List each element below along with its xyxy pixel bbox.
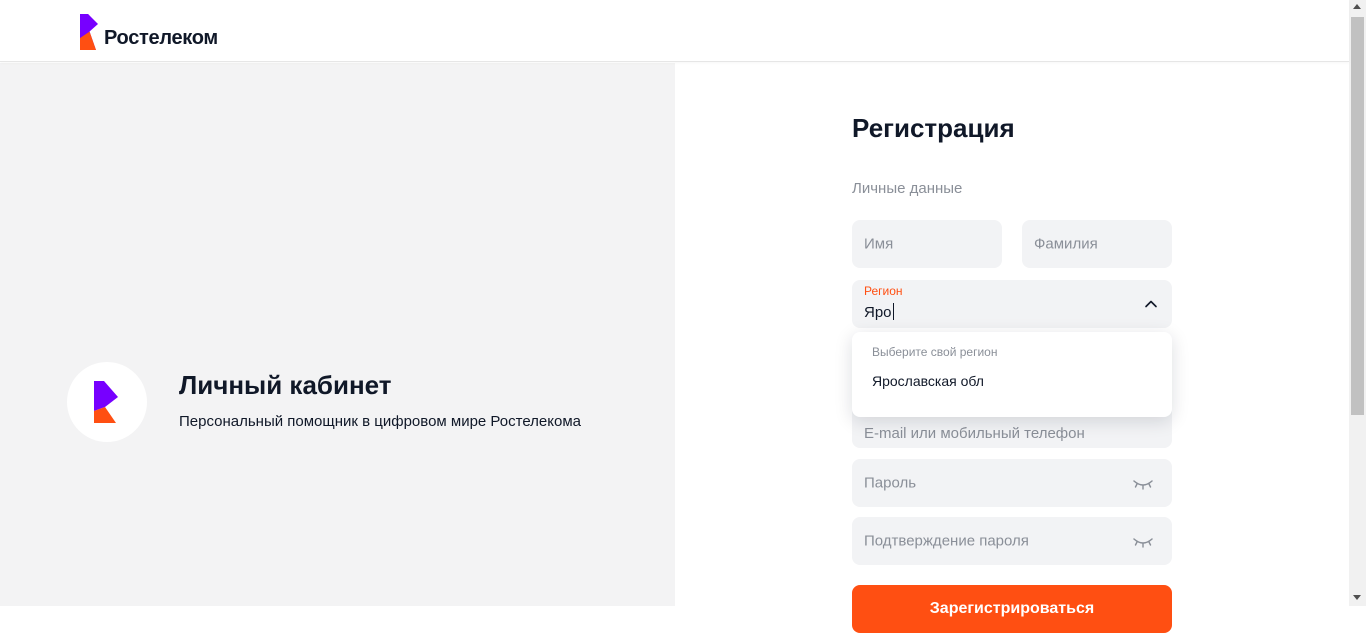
first-name-placeholder: Имя [864, 235, 894, 253]
page-scrollbar[interactable] [1349, 0, 1366, 606]
scrollbar-thumb[interactable] [1351, 17, 1364, 415]
eye-closed-icon[interactable] [1132, 535, 1154, 549]
promo-title: Личный кабинет [179, 370, 392, 400]
promo-subtitle: Персональный помощник в цифровом мире Ро… [179, 413, 581, 430]
register-button-label: Зарегистрироваться [929, 600, 1095, 617]
scroll-up-arrow-icon[interactable] [1353, 4, 1361, 9]
chevron-up-icon[interactable] [1144, 297, 1158, 311]
password-field[interactable]: Пароль [852, 459, 1172, 507]
password-confirm-field[interactable]: Подтверждение пароля [852, 517, 1172, 565]
registration-panel: Регистрация Личные данные Имя Фамилия Ре… [675, 63, 1349, 633]
last-name-field[interactable]: Фамилия [1022, 220, 1172, 268]
personal-data-label: Личные данные [852, 180, 963, 197]
scroll-down-arrow-icon[interactable] [1353, 595, 1361, 600]
region-label: Регион [864, 284, 903, 298]
password-placeholder: Пароль [864, 474, 917, 492]
rostelecom-logo-icon [80, 14, 98, 50]
region-dropdown: Выберите свой регион Ярославская обл [852, 332, 1172, 417]
page-header: Ростелеком [0, 0, 1349, 62]
last-name-placeholder: Фамилия [1034, 235, 1098, 253]
eye-closed-icon[interactable] [1132, 477, 1154, 491]
region-dropdown-hint: Выберите свой регион [872, 345, 998, 359]
region-input-value: Яро [864, 303, 894, 321]
region-option[interactable]: Ярославская обл [872, 373, 984, 389]
logo-text: Ростелеком [104, 26, 218, 49]
email-or-phone-placeholder: E-mail или мобильный телефон [864, 425, 1085, 442]
promo-logo-badge [67, 362, 147, 442]
promo-panel: Личный кабинет Персональный помощник в ц… [0, 63, 675, 606]
first-name-field[interactable]: Имя [852, 220, 1002, 268]
password-confirm-placeholder: Подтверждение пароля [864, 532, 1029, 550]
register-button[interactable]: Зарегистрироваться [852, 585, 1172, 633]
rostelecom-logo[interactable]: Ростелеком [80, 14, 218, 50]
region-field[interactable]: Регион Яро [852, 280, 1172, 328]
registration-title: Регистрация [852, 113, 1015, 143]
rostelecom-logo-icon [94, 381, 118, 423]
